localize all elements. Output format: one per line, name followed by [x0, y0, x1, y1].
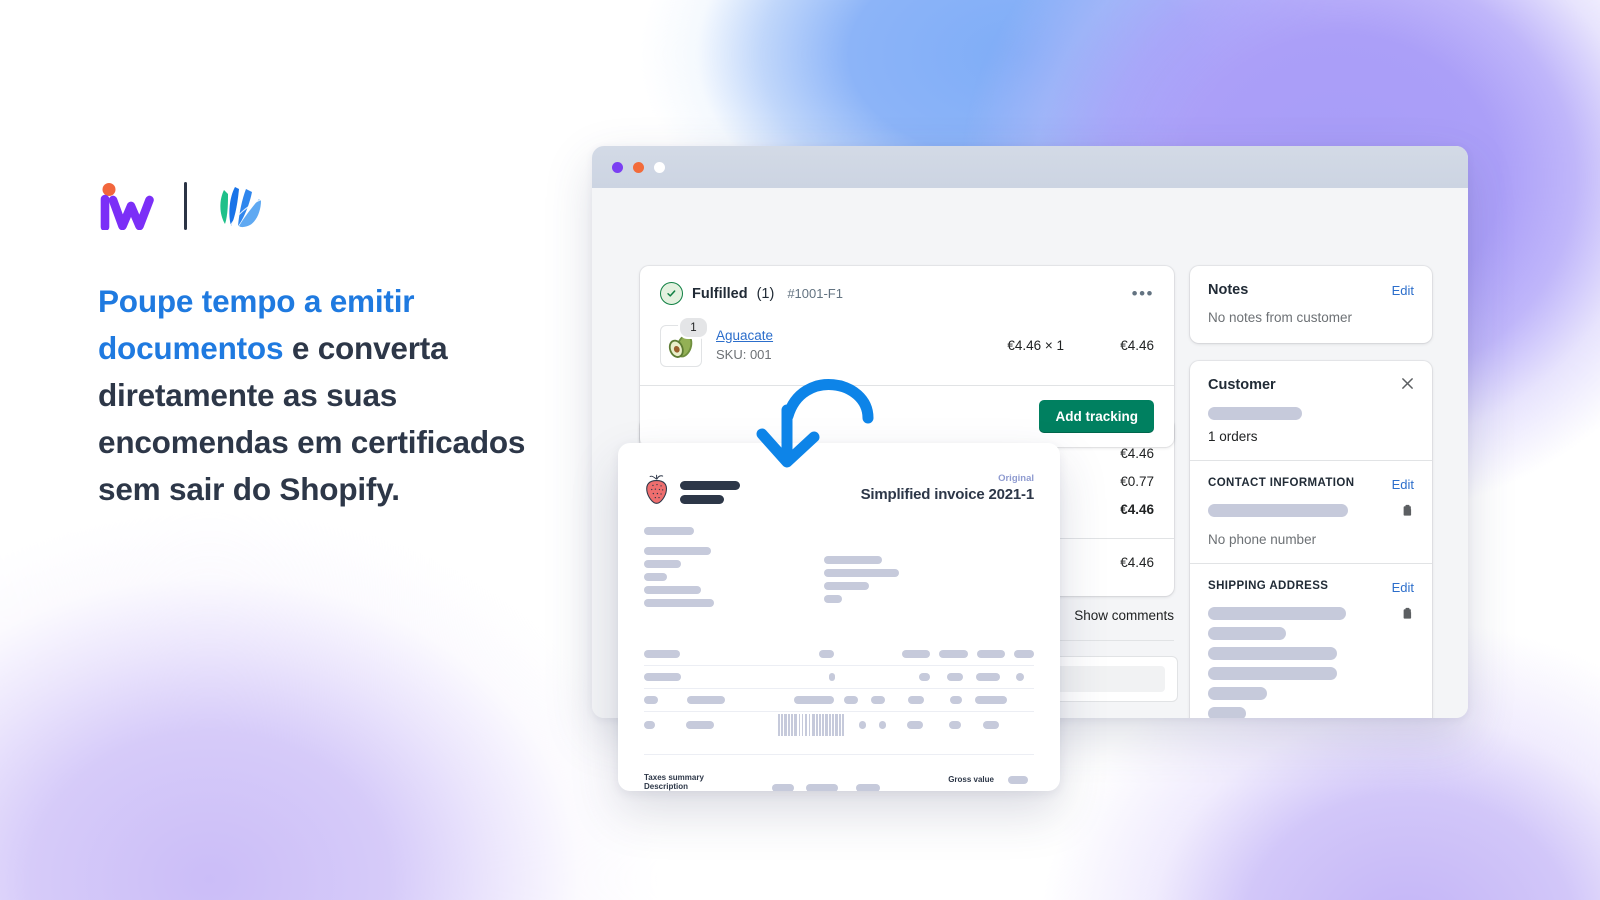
customer-identity: 1 orders — [1190, 393, 1432, 460]
fulfillment-header: Fulfilled (1) #1001-F1 ••• — [640, 266, 1174, 319]
invoice-title-block: Original Simplified invoice 2021-1 — [860, 473, 1035, 503]
invoice-taxes-summary: Taxes summary Description — [644, 773, 880, 791]
shopify-leaf-logo — [211, 182, 267, 230]
more-options-icon[interactable]: ••• — [1132, 285, 1154, 302]
shipping-label: SHIPPING ADDRESS — [1208, 580, 1329, 592]
window-close-dot[interactable] — [612, 161, 623, 173]
invoice-header: Original Simplified invoice 2021-1 — [644, 473, 1034, 511]
customer-phone: No phone number — [1208, 532, 1317, 547]
fulfillment-card: Fulfilled (1) #1001-F1 ••• 1 Aguacate SK… — [640, 266, 1174, 447]
fulfillment-id: #1001-F1 — [787, 286, 843, 301]
fulfillment-footer: Add tracking — [640, 385, 1174, 447]
summary-value: €4.46 — [1120, 502, 1154, 517]
line-item-info: Aguacate SKU: 001 — [716, 327, 773, 364]
taxes-summary-label: Taxes summary — [644, 773, 704, 782]
product-link[interactable]: Aguacate — [716, 327, 773, 345]
invoice-title: Simplified invoice 2021-1 — [860, 486, 1035, 503]
window-maximize-dot[interactable] — [654, 161, 665, 173]
close-icon[interactable] — [1401, 377, 1414, 393]
vendus-w-logo — [98, 182, 160, 232]
logo-row — [98, 178, 568, 234]
contact-label: CONTACT INFORMATION — [1208, 477, 1355, 489]
shipping-address-section: SHIPPING ADDRESS Edit — [1190, 563, 1432, 718]
contact-header: CONTACT INFORMATION Edit — [1208, 477, 1414, 492]
invoice-brand-name-redacted — [680, 473, 740, 504]
redacted-address-line — [1208, 667, 1337, 680]
order-sidebar: Notes Edit No notes from customer Custom… — [1190, 266, 1432, 718]
line-total: €4.46 — [1120, 337, 1154, 353]
redacted-address-line — [1208, 647, 1337, 660]
promo-screenshot: Poupe tempo a emitir documentos e conver… — [0, 0, 1600, 900]
clipboard-icon[interactable] — [1403, 607, 1414, 625]
customer-header: Customer — [1190, 361, 1432, 393]
invoice-table-row — [644, 712, 1034, 738]
redacted-address-line — [1208, 687, 1267, 700]
invoice-customer-block — [824, 556, 899, 603]
customer-card: Customer 1 orders CONTACT INFORMATION Ed… — [1190, 361, 1432, 718]
invoice-original-label: Original — [998, 473, 1034, 484]
invoice-body: Original Simplified invoice 2021-1 Taxes… — [618, 443, 1060, 791]
fulfillment-status: Fulfilled — [692, 285, 748, 302]
clipboard-icon[interactable] — [1403, 504, 1414, 522]
notes-header: Notes Edit — [1190, 266, 1432, 298]
shipping-edit-link[interactable]: Edit — [1392, 580, 1414, 595]
summary-value: €0.77 — [1120, 474, 1154, 489]
contact-body — [1208, 504, 1414, 524]
check-circle-icon — [660, 282, 683, 305]
invoice-table-row — [644, 643, 1034, 665]
summary-paid-value: €4.46 — [1120, 555, 1154, 570]
background-blob-lavender-bottom-left — [0, 510, 660, 900]
customer-title: Customer — [1208, 377, 1276, 393]
invoice-brand — [644, 473, 740, 511]
quantity-badge: 1 — [678, 316, 709, 339]
notes-title: Notes — [1208, 282, 1249, 298]
total-label: TAX pay — [948, 790, 994, 791]
shipping-body — [1208, 607, 1414, 718]
notes-body: No notes from customer — [1208, 310, 1353, 325]
product-sku: SKU: 001 — [716, 346, 772, 362]
invoice-preview-card: Original Simplified invoice 2021-1 Taxes… — [618, 443, 1060, 791]
browser-titlebar — [592, 146, 1468, 188]
barcode-icon — [778, 714, 844, 736]
redacted-customer-name — [1208, 407, 1302, 420]
add-tracking-button[interactable]: Add tracking — [1039, 400, 1154, 433]
invoice-totals: Gross value TAX pay Total paid — [864, 773, 1034, 791]
customer-orders-count: 1 orders — [1208, 429, 1258, 444]
redacted-address-line — [1208, 607, 1346, 620]
show-comments-link[interactable]: Show comments — [1074, 608, 1174, 623]
notes-edit-link[interactable]: Edit — [1392, 283, 1414, 298]
invoice-footer: Taxes summary Description Gross value — [644, 773, 1034, 791]
line-item: 1 Aguacate SKU: 001 €4.46 × 1 €4.46 — [640, 316, 1174, 385]
redacted-address-line — [1208, 707, 1246, 718]
total-label: Gross value — [948, 775, 994, 784]
invoice-table — [644, 643, 1034, 738]
window-minimize-dot[interactable] — [633, 161, 644, 173]
contact-edit-link[interactable]: Edit — [1392, 477, 1414, 492]
redacted-address-line — [1208, 627, 1286, 640]
contact-information-section: CONTACT INFORMATION Edit No phone number — [1190, 460, 1432, 563]
shipping-header: SHIPPING ADDRESS Edit — [1208, 580, 1414, 595]
redacted-email — [1208, 504, 1348, 517]
product-thumbnail-wrap: 1 — [660, 316, 709, 367]
invoice-table-row — [644, 689, 1034, 711]
strawberry-icon — [644, 473, 670, 511]
unit-price: €4.46 × 1 — [1007, 337, 1064, 353]
invoice-table-row — [644, 666, 1034, 688]
logo-divider — [184, 182, 187, 230]
fulfillment-count: (1) — [756, 285, 775, 302]
notes-card: Notes Edit No notes from customer — [1190, 266, 1432, 343]
marketing-copy: Poupe tempo a emitir documentos e conver… — [98, 178, 568, 513]
page-headline: Poupe tempo a emitir documentos e conver… — [98, 278, 568, 513]
